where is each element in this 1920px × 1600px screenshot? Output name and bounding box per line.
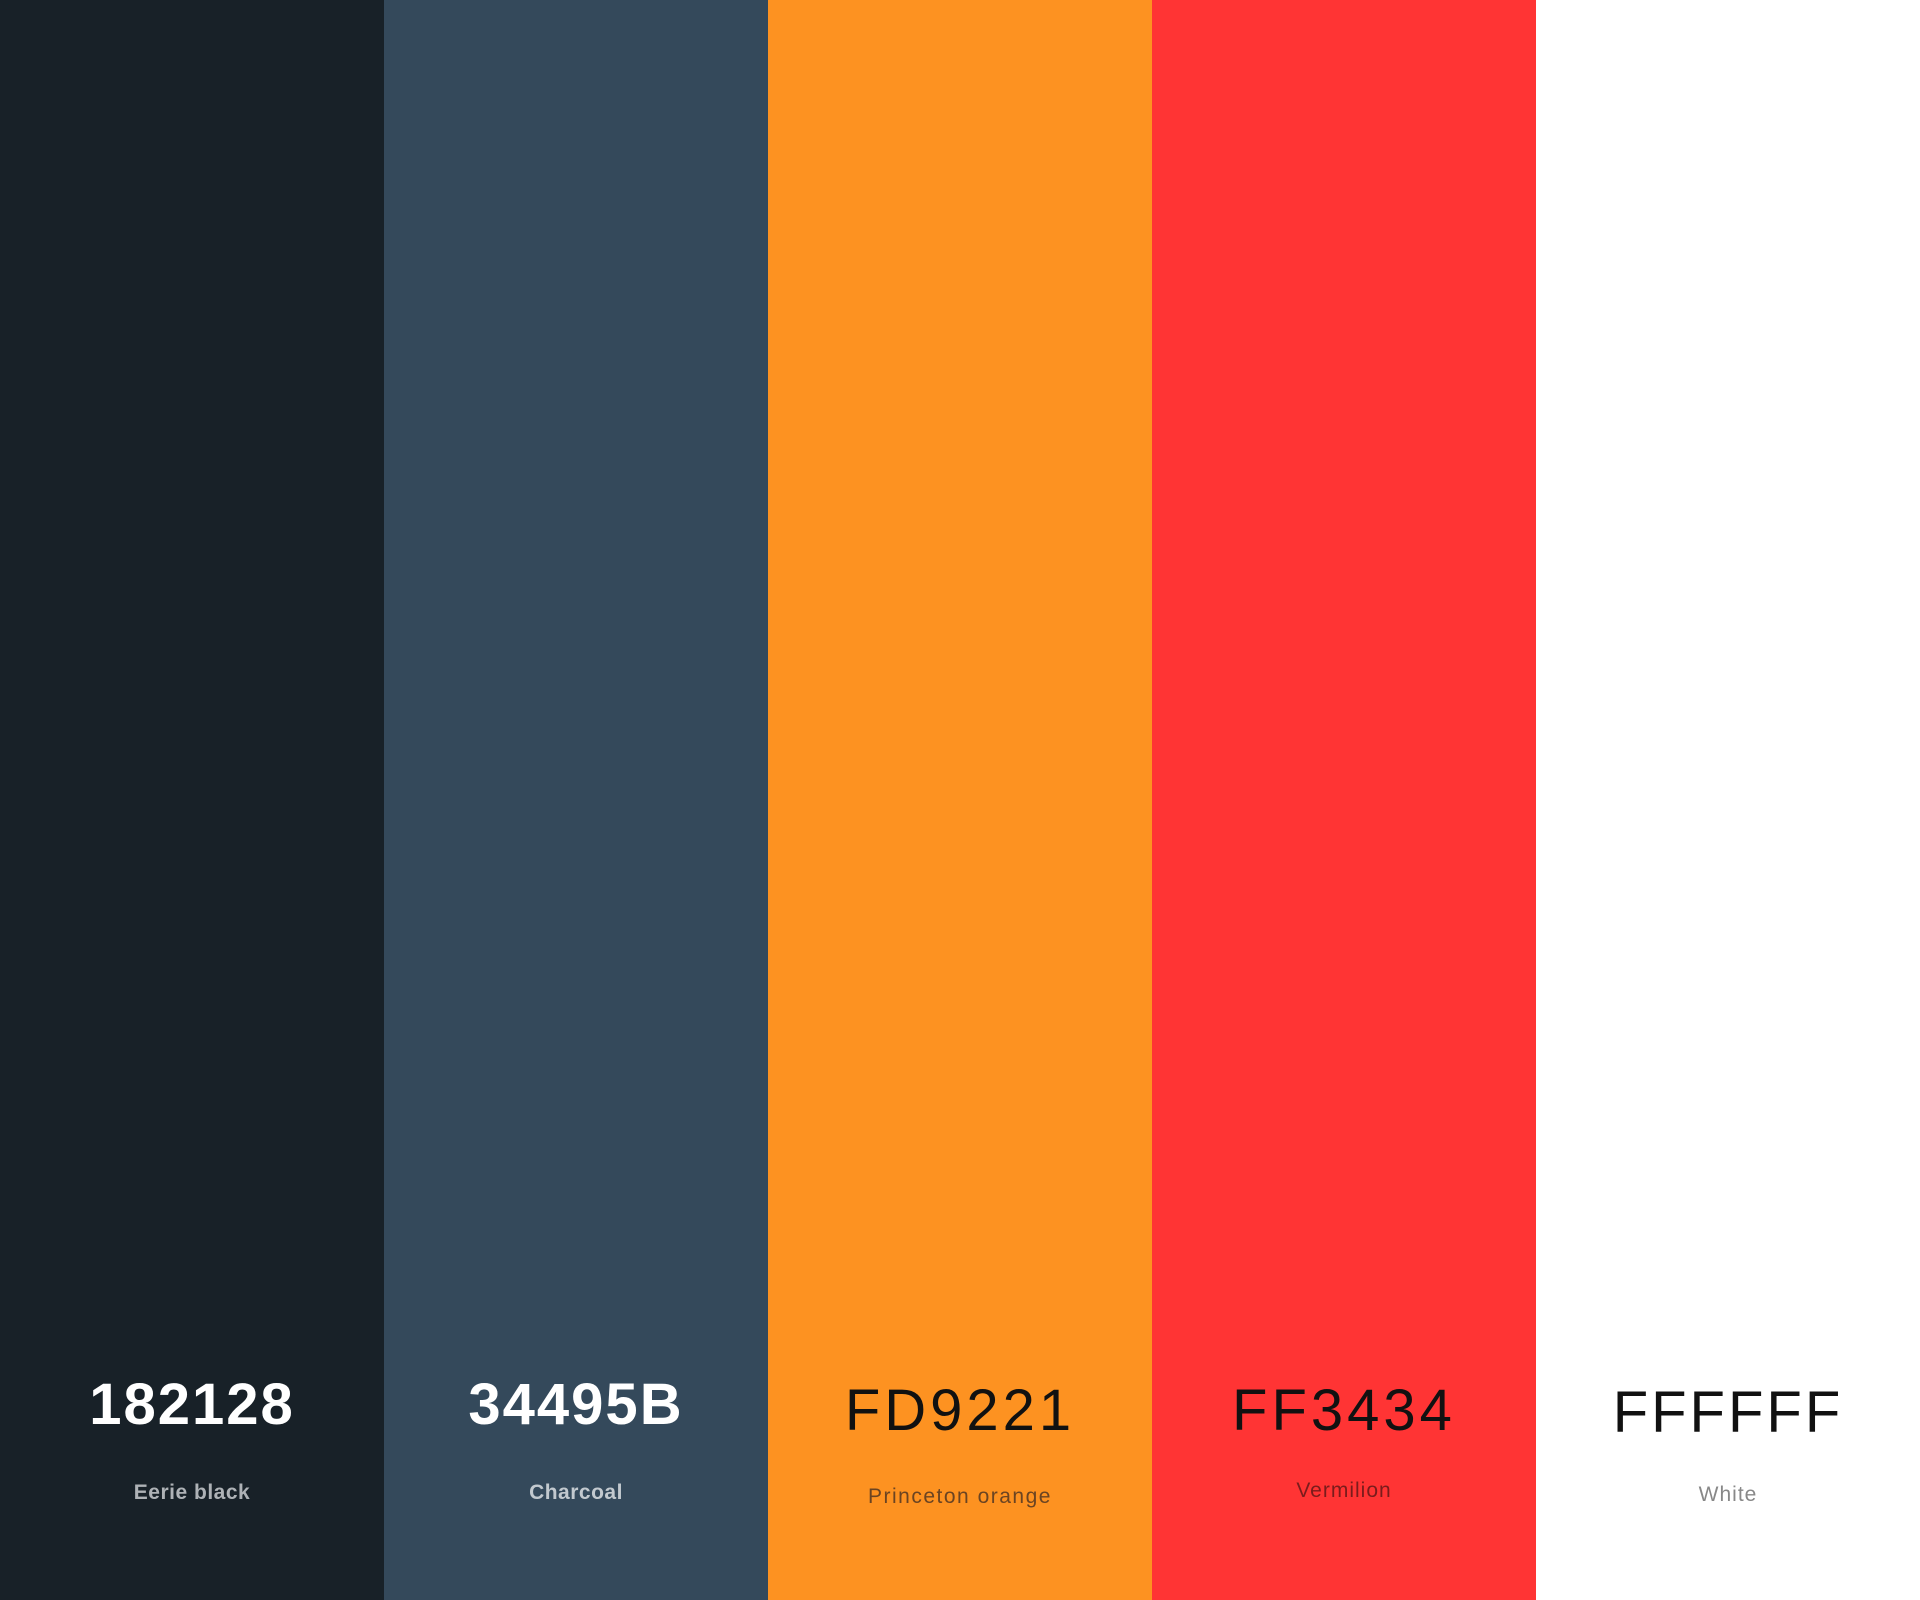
swatch-color-name: Charcoal [529,1481,623,1504]
swatch-white[interactable]: FFFFFF White [1536,0,1920,1600]
swatch-hex-code: FD9221 [844,1378,1076,1443]
swatch-princeton-orange[interactable]: FD9221 Princeton orange [768,0,1152,1600]
swatch-hex-code: FFFFFF [1612,1380,1844,1445]
swatch-hex-code: FF3434 [1232,1378,1456,1443]
swatch-color-name: Eerie black [133,1481,251,1504]
swatch-color-name: Princeton orange [868,1485,1052,1508]
swatch-eerie-black[interactable]: 182128 Eerie black [0,0,384,1600]
swatch-hex-code: 34495B [468,1372,684,1437]
swatch-charcoal[interactable]: 34495B Charcoal [384,0,768,1600]
swatch-hex-code: 182128 [89,1372,295,1437]
color-palette: 182128 Eerie black 34495B Charcoal FD922… [0,0,1920,1600]
swatch-color-name: White [1698,1483,1758,1506]
swatch-vermilion[interactable]: FF3434 Vermilion [1152,0,1536,1600]
swatch-color-name: Vermilion [1296,1479,1392,1502]
